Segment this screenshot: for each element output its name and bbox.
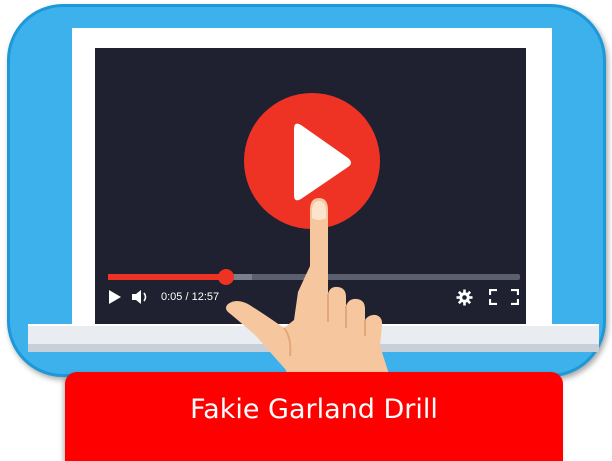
- time-display: 0:05 / 12:57: [161, 291, 220, 303]
- volume-button[interactable]: [131, 289, 153, 309]
- fullscreen-icon: [488, 288, 520, 306]
- caption-banner: Fakie Garland Drill: [65, 372, 563, 461]
- pointing-hand-icon: [222, 196, 422, 400]
- played-bar: [108, 274, 227, 280]
- volume-icon: [132, 290, 147, 304]
- video-title: Fakie Garland Drill: [190, 394, 438, 425]
- settings-button[interactable]: [456, 289, 473, 310]
- video-thumbnail: 0:05 / 12:57 Fakie Garland Drill: [0, 0, 612, 461]
- fullscreen-button[interactable]: [488, 288, 520, 309]
- play-icon: [109, 290, 121, 304]
- play-button[interactable]: [108, 289, 122, 309]
- gear-icon: [456, 289, 473, 306]
